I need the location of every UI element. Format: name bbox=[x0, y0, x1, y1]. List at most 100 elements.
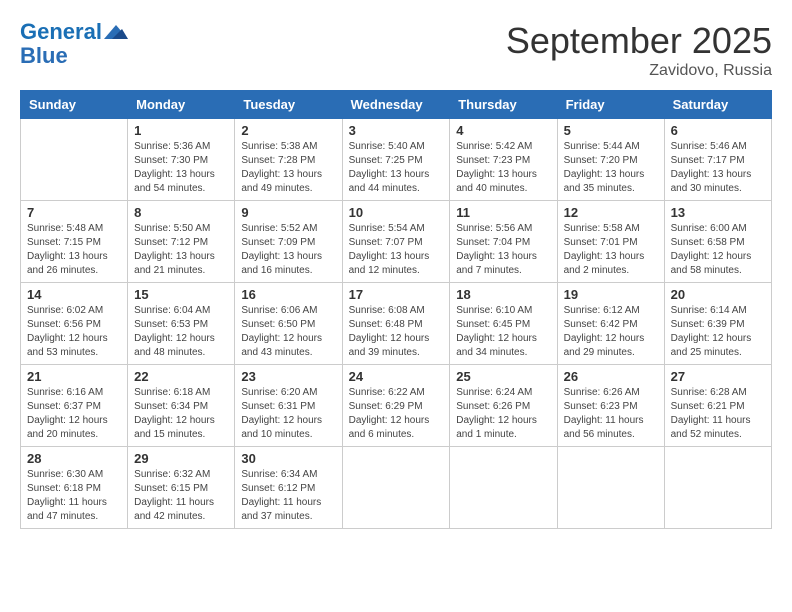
calendar-cell: 24 Sunrise: 6:22 AM Sunset: 6:29 PM Dayli… bbox=[342, 365, 450, 447]
day-number: 26 bbox=[564, 369, 658, 384]
calendar-cell: 22 Sunrise: 6:18 AM Sunset: 6:34 PM Dayli… bbox=[128, 365, 235, 447]
calendar-cell bbox=[450, 447, 557, 529]
day-info: Sunrise: 5:36 AM Sunset: 7:30 PM Dayligh… bbox=[134, 140, 228, 196]
weekday-header: Monday bbox=[128, 91, 235, 119]
day-number: 15 bbox=[134, 287, 228, 302]
day-number: 8 bbox=[134, 205, 228, 220]
day-info: Sunrise: 6:06 AM Sunset: 6:50 PM Dayligh… bbox=[241, 304, 335, 360]
calendar-cell: 19 Sunrise: 6:12 AM Sunset: 6:42 PM Dayli… bbox=[557, 283, 664, 365]
weekday-header: Tuesday bbox=[235, 91, 342, 119]
day-number: 25 bbox=[456, 369, 550, 384]
day-info: Sunrise: 5:52 AM Sunset: 7:09 PM Dayligh… bbox=[241, 222, 335, 278]
day-number: 27 bbox=[671, 369, 765, 384]
day-number: 24 bbox=[349, 369, 444, 384]
weekday-header: Friday bbox=[557, 91, 664, 119]
calendar-cell: 28Sunrise: 6:30 AM Sunset: 6:18 PM Dayli… bbox=[21, 447, 128, 529]
day-info: Sunrise: 6:18 AM Sunset: 6:34 PM Dayligh… bbox=[134, 386, 228, 442]
day-number: 13 bbox=[671, 205, 765, 220]
day-info: Sunrise: 5:40 AM Sunset: 7:25 PM Dayligh… bbox=[349, 140, 444, 196]
day-number: 17 bbox=[349, 287, 444, 302]
day-info: Sunrise: 6:12 AM Sunset: 6:42 PM Dayligh… bbox=[564, 304, 658, 360]
day-number: 22 bbox=[134, 369, 228, 384]
day-info: Sunrise: 5:58 AM Sunset: 7:01 PM Dayligh… bbox=[564, 222, 658, 278]
day-number: 21 bbox=[27, 369, 121, 384]
day-number: 19 bbox=[564, 287, 658, 302]
weekday-header: Wednesday bbox=[342, 91, 450, 119]
calendar-cell: 12Sunrise: 5:58 AM Sunset: 7:01 PM Dayli… bbox=[557, 201, 664, 283]
day-info: Sunrise: 6:30 AM Sunset: 6:18 PM Dayligh… bbox=[27, 468, 121, 524]
day-info: Sunrise: 6:34 AM Sunset: 6:12 PM Dayligh… bbox=[241, 468, 335, 524]
calendar-cell: 15 Sunrise: 6:04 AM Sunset: 6:53 PM Dayli… bbox=[128, 283, 235, 365]
day-info: Sunrise: 6:10 AM Sunset: 6:45 PM Dayligh… bbox=[456, 304, 550, 360]
month-title: September 2025 bbox=[506, 20, 772, 62]
calendar-cell bbox=[342, 447, 450, 529]
calendar-cell: 3Sunrise: 5:40 AM Sunset: 7:25 PM Daylig… bbox=[342, 119, 450, 201]
day-number: 11 bbox=[456, 205, 550, 220]
calendar-week-row: 14 Sunrise: 6:02 AM Sunset: 6:56 PM Dayli… bbox=[21, 283, 772, 365]
weekday-header: Sunday bbox=[21, 91, 128, 119]
day-info: Sunrise: 5:46 AM Sunset: 7:17 PM Dayligh… bbox=[671, 140, 765, 196]
calendar-table: SundayMondayTuesdayWednesdayThursdayFrid… bbox=[20, 90, 772, 529]
calendar-cell: 20 Sunrise: 6:14 AM Sunset: 6:39 PM Dayli… bbox=[664, 283, 771, 365]
day-number: 1 bbox=[134, 123, 228, 138]
day-info: Sunrise: 5:54 AM Sunset: 7:07 PM Dayligh… bbox=[349, 222, 444, 278]
day-info: Sunrise: 6:28 AM Sunset: 6:21 PM Dayligh… bbox=[671, 386, 765, 442]
calendar-cell: 7 Sunrise: 5:48 AM Sunset: 7:15 PM Daylig… bbox=[21, 201, 128, 283]
day-number: 29 bbox=[134, 451, 228, 466]
day-info: Sunrise: 6:22 AM Sunset: 6:29 PM Dayligh… bbox=[349, 386, 444, 442]
day-info: Sunrise: 6:16 AM Sunset: 6:37 PM Dayligh… bbox=[27, 386, 121, 442]
day-number: 10 bbox=[349, 205, 444, 220]
day-info: Sunrise: 6:02 AM Sunset: 6:56 PM Dayligh… bbox=[27, 304, 121, 360]
calendar-cell: 30 Sunrise: 6:34 AM Sunset: 6:12 PM Dayli… bbox=[235, 447, 342, 529]
day-info: Sunrise: 6:00 AM Sunset: 6:58 PM Dayligh… bbox=[671, 222, 765, 278]
calendar-cell: 18Sunrise: 6:10 AM Sunset: 6:45 PM Dayli… bbox=[450, 283, 557, 365]
day-number: 20 bbox=[671, 287, 765, 302]
day-number: 4 bbox=[456, 123, 550, 138]
day-number: 5 bbox=[564, 123, 658, 138]
calendar-cell: 9Sunrise: 5:52 AM Sunset: 7:09 PM Daylig… bbox=[235, 201, 342, 283]
day-info: Sunrise: 6:04 AM Sunset: 6:53 PM Dayligh… bbox=[134, 304, 228, 360]
day-info: Sunrise: 6:08 AM Sunset: 6:48 PM Dayligh… bbox=[349, 304, 444, 360]
calendar-cell: 25 Sunrise: 6:24 AM Sunset: 6:26 PM Dayli… bbox=[450, 365, 557, 447]
day-number: 2 bbox=[241, 123, 335, 138]
day-info: Sunrise: 5:50 AM Sunset: 7:12 PM Dayligh… bbox=[134, 222, 228, 278]
calendar-week-row: 28Sunrise: 6:30 AM Sunset: 6:18 PM Dayli… bbox=[21, 447, 772, 529]
location: Zavidovo, Russia bbox=[506, 62, 772, 80]
day-info: Sunrise: 6:32 AM Sunset: 6:15 PM Dayligh… bbox=[134, 468, 228, 524]
day-number: 14 bbox=[27, 287, 121, 302]
calendar-cell: 8 Sunrise: 5:50 AM Sunset: 7:12 PM Daylig… bbox=[128, 201, 235, 283]
day-number: 23 bbox=[241, 369, 335, 384]
day-number: 30 bbox=[241, 451, 335, 466]
day-info: Sunrise: 6:24 AM Sunset: 6:26 PM Dayligh… bbox=[456, 386, 550, 442]
calendar-cell: 14 Sunrise: 6:02 AM Sunset: 6:56 PM Dayli… bbox=[21, 283, 128, 365]
day-info: Sunrise: 5:56 AM Sunset: 7:04 PM Dayligh… bbox=[456, 222, 550, 278]
calendar-cell: 23 Sunrise: 6:20 AM Sunset: 6:31 PM Dayli… bbox=[235, 365, 342, 447]
day-info: Sunrise: 5:48 AM Sunset: 7:15 PM Dayligh… bbox=[27, 222, 121, 278]
day-info: Sunrise: 5:44 AM Sunset: 7:20 PM Dayligh… bbox=[564, 140, 658, 196]
weekday-header: Thursday bbox=[450, 91, 557, 119]
day-info: Sunrise: 5:42 AM Sunset: 7:23 PM Dayligh… bbox=[456, 140, 550, 196]
logo-icon bbox=[104, 25, 128, 39]
day-number: 6 bbox=[671, 123, 765, 138]
calendar-cell: 2 Sunrise: 5:38 AM Sunset: 7:28 PM Daylig… bbox=[235, 119, 342, 201]
day-number: 7 bbox=[27, 205, 121, 220]
calendar-cell: 6 Sunrise: 5:46 AM Sunset: 7:17 PM Daylig… bbox=[664, 119, 771, 201]
day-info: Sunrise: 6:14 AM Sunset: 6:39 PM Dayligh… bbox=[671, 304, 765, 360]
calendar-cell: 5 Sunrise: 5:44 AM Sunset: 7:20 PM Daylig… bbox=[557, 119, 664, 201]
title-section: September 2025 Zavidovo, Russia bbox=[506, 20, 772, 80]
calendar-week-row: 21 Sunrise: 6:16 AM Sunset: 6:37 PM Dayli… bbox=[21, 365, 772, 447]
calendar-cell: 13 Sunrise: 6:00 AM Sunset: 6:58 PM Dayli… bbox=[664, 201, 771, 283]
calendar-cell: 1 Sunrise: 5:36 AM Sunset: 7:30 PM Daylig… bbox=[128, 119, 235, 201]
calendar-cell: 27 Sunrise: 6:28 AM Sunset: 6:21 PM Dayli… bbox=[664, 365, 771, 447]
calendar-cell: 26 Sunrise: 6:26 AM Sunset: 6:23 PM Dayli… bbox=[557, 365, 664, 447]
calendar-cell: 21 Sunrise: 6:16 AM Sunset: 6:37 PM Dayli… bbox=[21, 365, 128, 447]
day-info: Sunrise: 6:26 AM Sunset: 6:23 PM Dayligh… bbox=[564, 386, 658, 442]
calendar-header-row: SundayMondayTuesdayWednesdayThursdayFrid… bbox=[21, 91, 772, 119]
calendar-cell: 11 Sunrise: 5:56 AM Sunset: 7:04 PM Dayli… bbox=[450, 201, 557, 283]
calendar-cell: 10 Sunrise: 5:54 AM Sunset: 7:07 PM Dayli… bbox=[342, 201, 450, 283]
calendar-cell: 4 Sunrise: 5:42 AM Sunset: 7:23 PM Daylig… bbox=[450, 119, 557, 201]
day-info: Sunrise: 6:20 AM Sunset: 6:31 PM Dayligh… bbox=[241, 386, 335, 442]
day-info: Sunrise: 5:38 AM Sunset: 7:28 PM Dayligh… bbox=[241, 140, 335, 196]
calendar-cell bbox=[664, 447, 771, 529]
page-header: General Blue September 2025 Zavidovo, Ru… bbox=[20, 20, 772, 80]
